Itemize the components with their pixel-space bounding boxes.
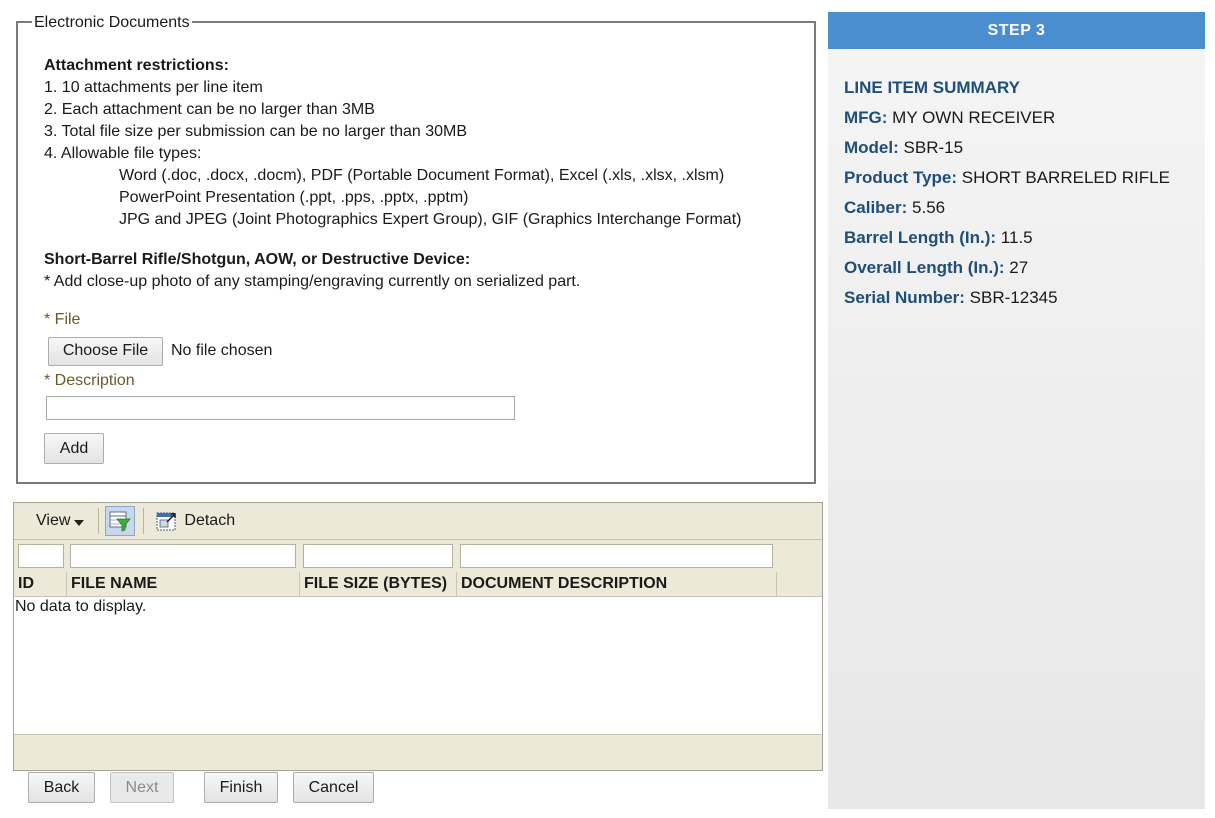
detach-label: Detach [184, 512, 236, 529]
file-type-item: Word (.doc, .docx, .docm), PDF (Portable… [119, 167, 725, 184]
summary-title: LINE ITEM SUMMARY [844, 78, 1020, 97]
file-name-filter-input[interactable] [70, 544, 296, 568]
file-type-item: PowerPoint Presentation (.ppt, .pps, .pp… [119, 189, 469, 206]
back-button[interactable]: Back [28, 772, 95, 803]
summary-row-model: Model: SBR-15 [844, 133, 1205, 163]
filter-icon [109, 511, 132, 532]
summary-key: Model: [844, 138, 899, 157]
view-menu[interactable]: View [36, 512, 85, 530]
column-header-description[interactable]: DOCUMENT DESCRIPTION [457, 572, 777, 596]
summary-value: SBR-15 [903, 138, 964, 157]
column-header-id[interactable]: ID [14, 572, 67, 596]
view-menu-label: View [36, 512, 71, 529]
summary-key: Product Type: [844, 168, 958, 187]
summary-list: LINE ITEM SUMMARY MFG: MY OWN RECEIVER M… [828, 49, 1205, 313]
attachments-grid: View Detach ID FILE NAME FILE SIZE (BYTE… [13, 502, 823, 771]
filter-toggle-button[interactable] [105, 506, 136, 536]
summary-row-caliber: Caliber: 5.56 [844, 193, 1205, 223]
restrictions-title: Attachment restrictions: [44, 57, 229, 74]
summary-row-barrel-length: Barrel Length (In.): 11.5 [844, 223, 1205, 253]
grid-footer [14, 734, 822, 770]
summary-value: 11.5 [1000, 228, 1033, 247]
restriction-item: 3. Total file size per submission can be… [44, 123, 468, 140]
description-input[interactable] [46, 396, 515, 420]
sbr-title: Short-Barrel Rifle/Shotgun, AOW, or Dest… [44, 251, 471, 268]
summary-row-overall-length: Overall Length (In.): 27 [844, 253, 1205, 283]
description-label: * Description [44, 372, 135, 389]
description-filter-input[interactable] [460, 544, 773, 568]
summary-value: MY OWN RECEIVER [892, 108, 1056, 127]
file-label: * File [44, 311, 81, 328]
toolbar-divider [98, 508, 100, 534]
restriction-item: 2. Each attachment can be no larger than… [44, 101, 375, 118]
no-file-text: No file chosen [171, 342, 273, 359]
summary-key: MFG: [844, 108, 888, 127]
restriction-item: 1. 10 attachments per line item [44, 79, 263, 96]
line-item-summary-panel: STEP 3 LINE ITEM SUMMARY MFG: MY OWN REC… [828, 12, 1205, 809]
toolbar-divider [143, 508, 145, 534]
summary-value: 5.56 [912, 198, 946, 217]
sbr-note: * Add close-up photo of any stamping/eng… [44, 273, 581, 290]
next-button[interactable]: Next [110, 772, 174, 803]
add-button[interactable]: Add [44, 433, 104, 464]
attachment-form: Attachment restrictions: 1. 10 attachmen… [44, 55, 804, 464]
summary-value: SBR-12345 [969, 288, 1058, 307]
choose-file-button[interactable]: Choose File [48, 336, 163, 366]
summary-row-product-type: Product Type: SHORT BARRELED RIFLE [844, 163, 1205, 193]
summary-key: Barrel Length (In.): [844, 228, 997, 247]
detach-button[interactable]: Detach [156, 510, 235, 532]
filter-row [14, 540, 822, 573]
column-header-file-name[interactable]: FILE NAME [67, 572, 300, 596]
panel-legend: Electronic Documents [32, 13, 192, 33]
step-indicator: STEP 3 [828, 12, 1205, 49]
restriction-item: 4. Allowable file types: [44, 145, 202, 162]
finish-button[interactable]: Finish [204, 772, 278, 803]
file-type-item: JPG and JPEG (Joint Photographics Expert… [119, 211, 742, 228]
summary-value: SHORT BARRELED RIFLE [961, 168, 1170, 187]
id-filter-input[interactable] [18, 544, 64, 568]
file-picker: Choose File No file chosen [44, 336, 804, 366]
detach-icon [156, 510, 178, 532]
cancel-button[interactable]: Cancel [293, 772, 374, 803]
empty-grid-text: No data to display. [15, 598, 147, 615]
summary-value: 27 [1009, 258, 1029, 277]
grid-header: ID FILE NAME FILE SIZE (BYTES) DOCUMENT … [14, 572, 822, 597]
summary-key: Caliber: [844, 198, 908, 217]
electronic-documents-panel: Electronic Documents Attachment restrict… [16, 13, 816, 484]
column-header-file-size[interactable]: FILE SIZE (BYTES) [300, 572, 457, 596]
summary-row-mfg: MFG: MY OWN RECEIVER [844, 103, 1205, 133]
summary-key: Overall Length (In.): [844, 258, 1005, 277]
grid-toolbar: View Detach [14, 503, 822, 540]
file-size-filter-input[interactable] [303, 544, 453, 568]
summary-key: Serial Number: [844, 288, 965, 307]
summary-row-serial-number: Serial Number: SBR-12345 [844, 283, 1205, 313]
chevron-down-icon [74, 520, 85, 526]
